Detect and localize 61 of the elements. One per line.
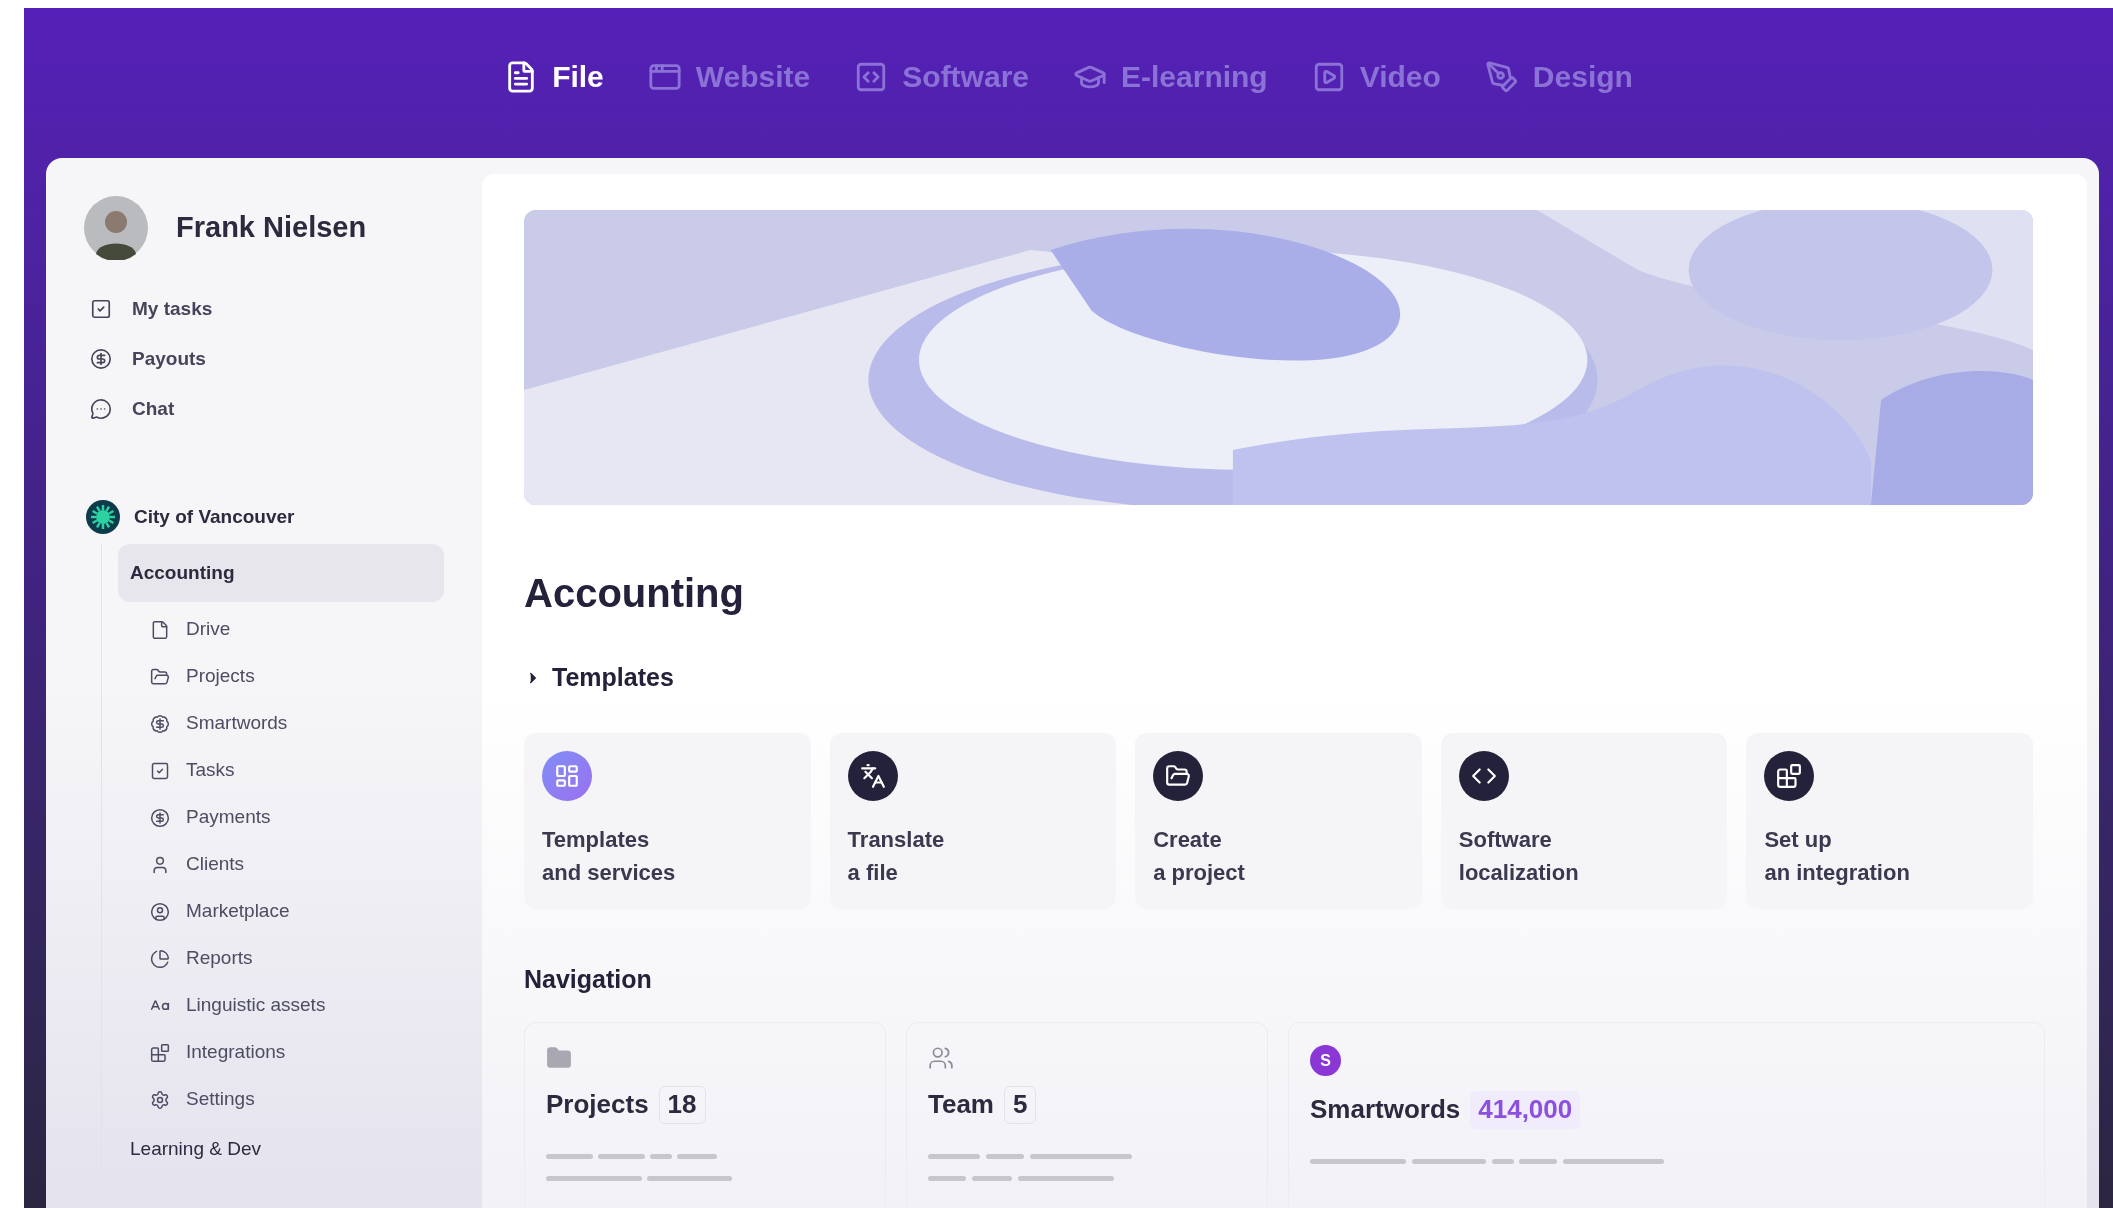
section-heading: Navigation: [524, 963, 653, 995]
sidebar-item[interactable]: Projects: [150, 653, 482, 700]
sidebar-item[interactable]: Marketplace: [150, 888, 482, 935]
avatar: [84, 196, 148, 260]
tab[interactable]: File: [504, 54, 604, 99]
workspace-folder[interactable]: Accounting: [118, 544, 444, 602]
pie-chart-icon: [150, 948, 170, 969]
tab-icon: [1484, 59, 1519, 94]
sidebar-item[interactable]: Payouts: [84, 334, 482, 384]
sun-logo-icon: [86, 500, 120, 534]
sidebar-item[interactable]: Tasks: [150, 747, 482, 794]
document-icon: [150, 619, 170, 640]
workspace-folder[interactable]: Learning & Dev: [118, 1127, 444, 1171]
settings-icon: [150, 1089, 170, 1110]
sidebar-item[interactable]: Settings: [150, 1076, 482, 1123]
sidebar-item[interactable]: My tasks: [84, 284, 482, 334]
card-label: Templates and services: [542, 825, 676, 887]
action-card[interactable]: Set up an integration: [1746, 732, 2033, 909]
workspace-name: City of Vancouver: [134, 504, 295, 529]
card-title: Projects: [546, 1088, 649, 1121]
folder-icon: [150, 666, 170, 687]
user-name: Frank Nielsen: [176, 210, 367, 246]
sidebar-item[interactable]: Reports: [150, 935, 482, 982]
sidebar-item[interactable]: Integrations: [150, 1029, 482, 1076]
chat-bubble-icon: [90, 398, 112, 420]
sidebar-item[interactable]: Smartwords: [150, 700, 482, 747]
coin-icon: [150, 713, 170, 734]
card-title: Team: [928, 1088, 994, 1121]
folder-icon: [546, 1045, 572, 1071]
navigation-card[interactable]: Projects 18: [524, 1022, 886, 1208]
card-label: Software localization: [1458, 825, 1579, 887]
checkbox-icon: [150, 760, 170, 781]
action-card[interactable]: Create a project: [1135, 732, 1422, 909]
navigation-card[interactable]: Team 5: [906, 1022, 1268, 1208]
action-card[interactable]: Software localization: [1440, 732, 1728, 909]
person-icon: [150, 854, 170, 875]
section-toggle[interactable]: Templates: [524, 659, 2045, 697]
layout-icon: [542, 750, 592, 801]
action-card[interactable]: Translate a file: [829, 732, 1117, 909]
action-card[interactable]: Templates and services: [524, 732, 811, 909]
sidebar-item[interactable]: Drive: [150, 606, 482, 653]
card-label: Create a project: [1153, 825, 1245, 887]
sidebar-item[interactable]: Payments: [150, 794, 482, 841]
count-badge: 414,000: [1470, 1090, 1581, 1129]
people-icon: [928, 1045, 954, 1071]
user-circle-icon: [150, 901, 170, 922]
blocks-icon: [150, 1042, 170, 1063]
card-label: Translate a file: [847, 825, 945, 887]
count-badge: 5: [1004, 1085, 1037, 1124]
coin-icon: [150, 807, 170, 828]
card-title: Smartwords: [1310, 1093, 1461, 1126]
count-badge: 18: [658, 1085, 706, 1124]
checkbox-icon: [90, 298, 112, 320]
sidebar-item[interactable]: Linguistic assets: [150, 982, 482, 1029]
sidebar-item[interactable]: Clients: [150, 841, 482, 888]
sidebar-item[interactable]: Chat: [84, 384, 482, 434]
coin-icon: [90, 348, 112, 370]
card-label: Set up an integration: [1764, 825, 1910, 887]
page-title: Accounting: [524, 570, 745, 617]
smartwords-badge-icon: S: [1310, 1045, 1341, 1076]
navigation-card[interactable]: S Smartwords 414,000: [1288, 1022, 2045, 1208]
